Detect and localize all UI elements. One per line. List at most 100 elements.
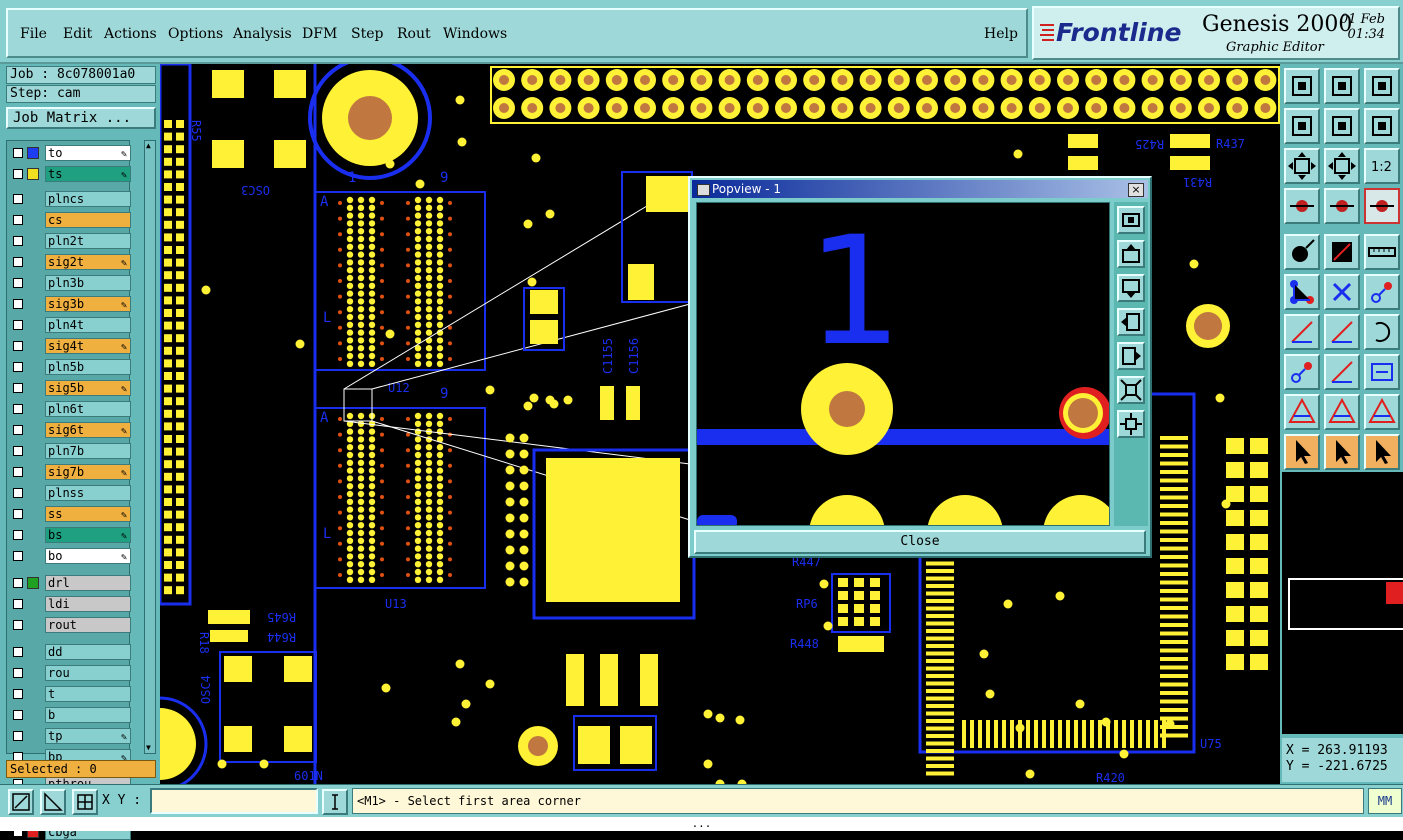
zoom-center-button[interactable] [1324,148,1360,184]
zoom-home-2-button[interactable] [1364,68,1400,104]
job-matrix-button[interactable]: Job Matrix ... [6,107,156,129]
zoom-window-button[interactable] [1324,68,1360,104]
popview-zoom-fit-button[interactable] [1117,206,1145,234]
triangle-3-button[interactable] [1364,394,1400,430]
layer-name[interactable]: pln7b [45,443,131,459]
layer-row-tp[interactable]: tp ✎ [11,728,131,744]
layer-row-plnss[interactable]: plnss [11,485,131,501]
layer-name[interactable]: bo ✎ [45,548,131,564]
units-button[interactable]: MM [1368,788,1402,814]
zoom-area-button[interactable] [8,789,34,815]
popview-zoom-out-button[interactable] [1117,376,1145,404]
layer-checkbox[interactable] [13,620,23,630]
menu-windows[interactable]: Windows [443,26,507,42]
layer-row-sig4t[interactable]: sig4t ✎ [11,338,131,354]
scroll-up-icon[interactable]: ▲ [146,141,154,151]
ruler-button[interactable] [1364,234,1400,270]
menu-step[interactable]: Step [351,26,383,42]
layer-name[interactable]: rout [45,617,131,633]
layer-checkbox[interactable] [13,551,23,561]
layer-checkbox[interactable] [13,148,23,158]
popview-close-button[interactable]: Close [694,530,1146,554]
layer-checkbox[interactable] [13,446,23,456]
layer-checkbox[interactable] [13,320,23,330]
zoom-1-2-button[interactable]: 1:2 [1364,148,1400,184]
popview-graphics[interactable]: 1 [697,203,1110,526]
layer-name[interactable]: t [45,686,131,702]
pan-undo-button[interactable] [1364,108,1400,144]
layer-checkbox[interactable] [13,578,23,588]
select-shape-button[interactable] [1324,234,1360,270]
popview-zoom-in-button[interactable] [1117,410,1145,438]
layer-checkbox[interactable] [13,467,23,477]
layer-checkbox[interactable] [13,278,23,288]
scroll-down-icon[interactable]: ▼ [146,743,154,753]
layer-checkbox[interactable] [13,215,23,225]
measure-button[interactable] [40,789,66,815]
layer-checkbox[interactable] [13,509,23,519]
layer-name[interactable]: pln5b [45,359,131,375]
connect-nodes-button[interactable] [1284,274,1320,310]
draw-tools-button[interactable] [1284,188,1320,224]
layer-name[interactable]: bs ✎ [45,527,131,543]
layer-name[interactable]: plnss [45,485,131,501]
layer-row-drl[interactable]: drl [11,575,131,591]
layer-color-swatch[interactable] [27,577,39,589]
layer-name[interactable]: sig3b ✎ [45,296,131,312]
draw-angle-button[interactable] [1324,314,1360,350]
layer-row-ss[interactable]: ss ✎ [11,506,131,522]
layer-checkbox[interactable] [13,689,23,699]
add-node-button[interactable] [1364,274,1400,310]
layer-row-rou[interactable]: rou [11,665,131,681]
layer-checkbox[interactable] [13,404,23,414]
layer-color-swatch[interactable] [27,168,39,180]
pointer-1-button[interactable] [1284,434,1320,470]
pan-left-button[interactable] [1284,108,1320,144]
layer-checkbox[interactable] [13,530,23,540]
popview-titlebar[interactable]: Popview - 1 × [692,180,1148,198]
layer-row-pln3b[interactable]: pln3b [11,275,131,291]
menu-options[interactable]: Options [168,26,223,42]
menu-actions[interactable]: Actions [104,26,157,42]
window-menu-icon[interactable] [697,184,710,196]
layer-name[interactable]: sig2t ✎ [45,254,131,270]
popview-close-icon[interactable]: × [1128,183,1144,197]
cut-line-button[interactable] [1324,354,1360,390]
popview-pan-down-button[interactable] [1117,274,1145,302]
layer-name[interactable]: sig7b ✎ [45,464,131,480]
layer-name[interactable]: pln6t [45,401,131,417]
layer-row-sig6t[interactable]: sig6t ✎ [11,422,131,438]
layer-name[interactable]: ldi [45,596,131,612]
snap-tool-button[interactable] [1364,188,1400,224]
layer-row-ldi[interactable]: ldi [11,596,131,612]
layer-checkbox[interactable] [13,169,23,179]
pointer-3-button[interactable] [1364,434,1400,470]
fit-both-button[interactable] [1284,148,1320,184]
layer-row-sig7b[interactable]: sig7b ✎ [11,464,131,480]
layer-name[interactable]: drl [45,575,131,591]
menu-help[interactable]: Help [984,26,1018,42]
layer-row-bo[interactable]: bo ✎ [11,548,131,564]
popview-pan-up-button[interactable] [1117,240,1145,268]
layer-row-rout[interactable]: rout [11,617,131,633]
layer-row-cs[interactable]: cs [11,212,131,228]
layer-name[interactable]: tp ✎ [45,728,131,744]
layer-name[interactable]: sig6t ✎ [45,422,131,438]
layer-checkbox[interactable] [13,341,23,351]
layer-name[interactable]: pln4t [45,317,131,333]
layer-checkbox[interactable] [13,599,23,609]
layer-checkbox[interactable] [13,383,23,393]
info-button[interactable] [322,789,348,815]
layer-name[interactable]: sig4t ✎ [45,338,131,354]
menu-analysis[interactable]: Analysis [233,26,292,42]
layer-name[interactable]: sig5b ✎ [45,380,131,396]
layer-checkbox[interactable] [13,194,23,204]
triangle-2-button[interactable] [1324,394,1360,430]
move-node-button[interactable] [1284,354,1320,390]
layer-name[interactable]: pln3b [45,275,131,291]
layer-row-sig5b[interactable]: sig5b ✎ [11,380,131,396]
menu-edit[interactable]: Edit [63,26,92,42]
layer-row-pln6t[interactable]: pln6t [11,401,131,417]
measure-tool-button[interactable] [1324,188,1360,224]
layer-checkbox[interactable] [13,668,23,678]
